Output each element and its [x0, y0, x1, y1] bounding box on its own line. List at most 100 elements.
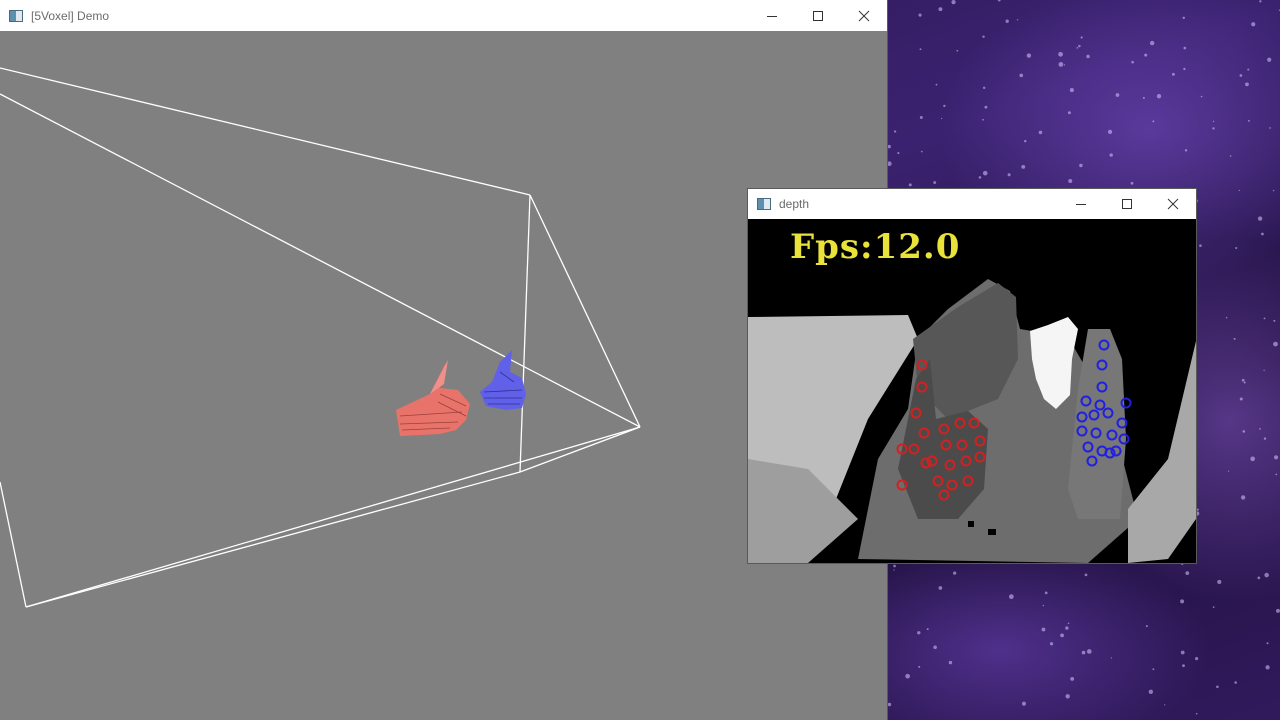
- wallpaper-droplet: [893, 569, 895, 571]
- wallpaper-droplet: [935, 83, 938, 86]
- left-hand-voxel-mesh: [396, 360, 470, 436]
- wallpaper-droplet: [1060, 633, 1064, 638]
- wallpaper-droplet: [1257, 576, 1261, 580]
- depth-window[interactable]: depth Fps:12.0: [748, 189, 1196, 563]
- wallpaper-droplet: [1079, 163, 1083, 168]
- wallpaper-droplet: [951, 0, 956, 5]
- main-window-title: [5Voxel] Demo: [31, 8, 110, 23]
- close-button[interactable]: [841, 0, 887, 31]
- maximize-button[interactable]: [1104, 189, 1150, 219]
- wallpaper-droplet: [1199, 244, 1202, 247]
- app-window-icon: [9, 9, 23, 22]
- wallpaper-droplet: [1164, 704, 1166, 706]
- wallpaper-droplet: [1110, 657, 1113, 659]
- wallpaper-droplet: [1225, 316, 1228, 319]
- wallpaper-droplet: [1007, 173, 1011, 177]
- wallpaper-droplet: [1240, 495, 1246, 500]
- wallpaper-droplet: [918, 665, 921, 668]
- wallpaper-droplet: [1247, 119, 1250, 122]
- wallpaper-droplet: [1196, 508, 1199, 511]
- wallpaper-droplet: [1229, 155, 1232, 157]
- wallpaper-droplet: [1068, 178, 1073, 183]
- wallpaper-droplet: [1183, 67, 1186, 71]
- wallpaper-droplet: [893, 564, 896, 568]
- maximize-button[interactable]: [795, 0, 841, 31]
- wallpaper-droplet: [1067, 111, 1071, 115]
- wallpaper-droplet: [938, 7, 943, 12]
- wallpaper-droplet: [953, 571, 957, 575]
- wallpaper-droplet: [919, 115, 923, 119]
- wallpaper-droplet: [1171, 72, 1175, 76]
- wallpaper-droplet: [893, 130, 897, 133]
- wallpaper-droplet: [1263, 437, 1267, 440]
- close-button[interactable]: [1150, 189, 1196, 219]
- wallpaper-droplet: [1024, 139, 1027, 143]
- maximize-icon: [1122, 199, 1132, 209]
- wallpaper-droplet: [908, 183, 912, 187]
- wallpaper-droplet: [1156, 94, 1162, 99]
- wallpaper-droplet: [1184, 149, 1188, 152]
- main-window-titlebar[interactable]: [5Voxel] Demo: [0, 0, 887, 31]
- wallpaper-droplet: [920, 150, 923, 153]
- wallpaper-droplet: [1239, 397, 1243, 401]
- wallpaper-droplet: [1080, 36, 1083, 39]
- wallpaper-droplet: [1086, 54, 1090, 59]
- wallpaper-droplet: [887, 702, 892, 707]
- wallpaper-droplet: [1234, 681, 1237, 684]
- close-icon: [858, 10, 870, 21]
- wallpaper-droplet: [1251, 22, 1256, 27]
- wallpaper-droplet: [1212, 127, 1215, 130]
- depth-window-title: depth: [779, 197, 810, 211]
- wallpaper-droplet: [1044, 591, 1048, 595]
- wallpaper-droplet: [1241, 378, 1245, 382]
- depth-window-titlebar[interactable]: depth: [748, 189, 1196, 219]
- wallpaper-droplet: [1227, 470, 1230, 472]
- wallpaper-droplet: [933, 645, 937, 650]
- wallpaper-droplet: [1058, 62, 1064, 67]
- wallpaper-droplet: [1276, 608, 1280, 613]
- wallpaper-droplet: [943, 104, 946, 108]
- maximize-icon: [813, 10, 823, 21]
- wallpaper-droplet: [982, 118, 984, 121]
- depth-image-view: Fps:12.0: [748, 219, 1196, 563]
- wallpaper-droplet: [978, 176, 982, 179]
- wallpaper-droplet: [1239, 74, 1243, 77]
- wallpaper-droplet: [917, 631, 921, 635]
- depth-map: [748, 279, 1196, 563]
- wallpaper-droplet: [1233, 337, 1236, 340]
- wallpaper-droplet: [1183, 46, 1187, 50]
- wallpaper-droplet: [982, 170, 988, 176]
- wallpaper-droplet: [1185, 571, 1190, 575]
- wallpaper-droplet: [919, 48, 922, 51]
- wallpaper-droplet: [1144, 53, 1148, 57]
- right-hand-voxel-mesh: [480, 350, 526, 410]
- wallpaper-droplet: [984, 105, 988, 109]
- wallpaper-droplet: [1257, 216, 1263, 221]
- wallpaper-droplet: [1263, 317, 1266, 320]
- wallpaper-droplet: [1212, 120, 1215, 123]
- wallpaper-droplet: [1200, 95, 1203, 98]
- wallpaper-droplet: [1148, 689, 1154, 694]
- wallpaper-droplet: [1272, 189, 1275, 192]
- wallpaper-droplet: [1142, 96, 1145, 99]
- minimize-button[interactable]: [1058, 189, 1104, 219]
- wallpaper-droplet: [1273, 455, 1279, 460]
- wallpaper-droplet: [1008, 594, 1014, 600]
- wallpaper-droplet: [1264, 572, 1269, 578]
- wallpaper-droplet: [1195, 712, 1198, 715]
- wallpaper-droplet: [1250, 456, 1256, 462]
- wallpaper-droplet: [1076, 47, 1079, 49]
- wallpaper-droplet: [887, 144, 891, 149]
- wallpaper-droplet: [1267, 57, 1272, 62]
- wallpaper-droplet: [1242, 430, 1246, 433]
- minimize-button[interactable]: [749, 0, 795, 31]
- wallpaper-droplet: [1247, 68, 1250, 71]
- wallpaper-droplet: [1049, 642, 1054, 646]
- wallpaper-droplet: [1269, 127, 1271, 129]
- wallpaper-droplet: [1265, 665, 1270, 670]
- wallpaper-droplet: [982, 35, 985, 38]
- fps-counter: Fps:12.0: [790, 227, 961, 267]
- wallpaper-droplet: [1180, 650, 1185, 655]
- wallpaper-droplet: [1026, 53, 1032, 58]
- wallpaper-droplet: [1273, 319, 1276, 322]
